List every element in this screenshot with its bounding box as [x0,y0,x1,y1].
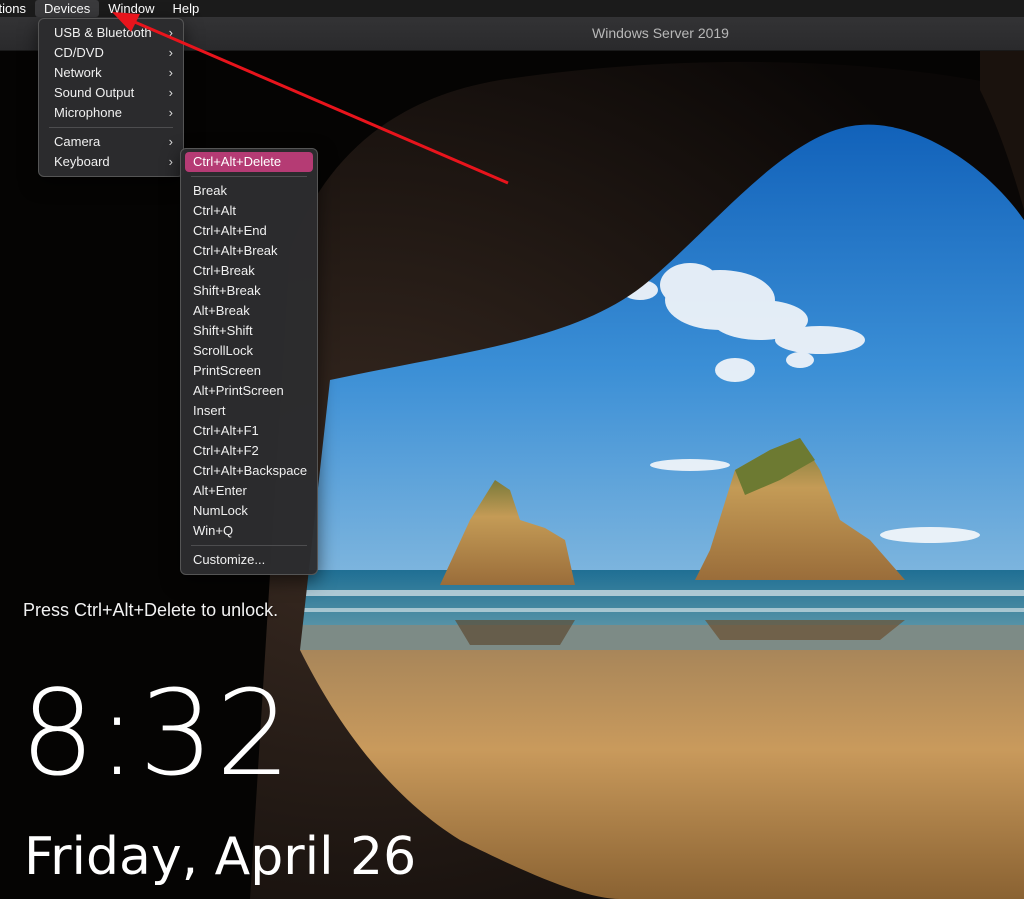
menu-item-label: Network [54,65,102,80]
menu-item-label: Keyboard [54,154,110,169]
menubar-item-help[interactable]: Help [163,0,208,17]
lock-screen-date: Friday, April 26 [24,827,417,887]
chevron-right-icon: › [168,134,173,149]
menu-item-microphone[interactable]: Microphone › [43,103,179,123]
menu-item-break[interactable]: Break [185,181,313,201]
menu-item-alt-enter[interactable]: Alt+Enter [185,481,313,501]
menubar-item-devices[interactable]: Devices [34,0,100,17]
menu-item-printscreen[interactable]: PrintScreen [185,361,313,381]
menu-item-label: USB & Bluetooth [54,25,152,40]
menu-item-scrolllock[interactable]: ScrollLock [185,341,313,361]
menu-item-alt-printscreen[interactable]: Alt+PrintScreen [185,381,313,401]
devices-menu: USB & Bluetooth › CD/DVD › Network › Sound … [38,18,184,177]
menu-separator [49,127,173,128]
menu-item-sound-output[interactable]: Sound Output › [43,83,179,103]
menu-item-shift-break[interactable]: Shift+Break [185,281,313,301]
menu-item-ctrl-alt-backspace[interactable]: Ctrl+Alt+Backspace [185,461,313,481]
menu-bar: ctions Devices Window Help [0,0,1024,17]
menu-item-ctrl-alt-delete[interactable]: Ctrl+Alt+Delete [185,152,313,172]
chevron-right-icon: › [168,154,173,169]
menu-item-label: Camera [54,134,101,149]
menu-item-label: Microphone [54,105,122,120]
menu-item-insert[interactable]: Insert [185,401,313,421]
menubar-item-window[interactable]: Window [99,0,163,17]
lock-screen-background[interactable]: Press Ctrl+Alt+Delete to unlock. 8:32 Fr… [0,50,1024,899]
menu-item-win-q[interactable]: Win+Q [185,521,313,541]
chevron-right-icon: › [168,25,173,40]
menu-item-numlock[interactable]: NumLock [185,501,313,521]
unlock-hint: Press Ctrl+Alt+Delete to unlock. [23,600,279,620]
menu-item-ctrl-alt-end[interactable]: Ctrl+Alt+End [185,221,313,241]
menu-item-ctrl-alt-f1[interactable]: Ctrl+Alt+F1 [185,421,313,441]
menu-item-camera[interactable]: Camera › [43,132,179,152]
menu-item-cd-dvd[interactable]: CD/DVD › [43,43,179,63]
menu-separator [191,176,307,177]
chevron-right-icon: › [168,105,173,120]
menu-item-network[interactable]: Network › [43,63,179,83]
keyboard-shortcut-list: Break Ctrl+Alt Ctrl+Alt+End Ctrl+Alt+Break C… [181,181,317,541]
menu-item-usb-bluetooth[interactable]: USB & Bluetooth › [43,23,179,43]
lock-screen-time: 8:32 [20,664,293,802]
menubar-item-actions[interactable]: ctions [0,0,35,17]
menu-item-ctrl-break[interactable]: Ctrl+Break [185,261,313,281]
menu-item-customize[interactable]: Customize... [185,550,313,570]
keyboard-submenu: Ctrl+Alt+Delete Break Ctrl+Alt Ctrl+Alt+En… [180,148,318,575]
chevron-right-icon: › [168,65,173,80]
chevron-right-icon: › [168,45,173,60]
menu-item-ctrl-alt[interactable]: Ctrl+Alt [185,201,313,221]
menu-item-label: Sound Output [54,85,135,100]
menu-separator [191,545,307,546]
menu-item-keyboard[interactable]: Keyboard › [43,152,179,172]
menu-item-ctrl-alt-break[interactable]: Ctrl+Alt+Break [185,241,313,261]
menu-item-ctrl-alt-f2[interactable]: Ctrl+Alt+F2 [185,441,313,461]
menu-item-label: CD/DVD [54,45,104,60]
menu-item-alt-break[interactable]: Alt+Break [185,301,313,321]
menu-item-shift-shift[interactable]: Shift+Shift [185,321,313,341]
chevron-right-icon: › [168,85,173,100]
